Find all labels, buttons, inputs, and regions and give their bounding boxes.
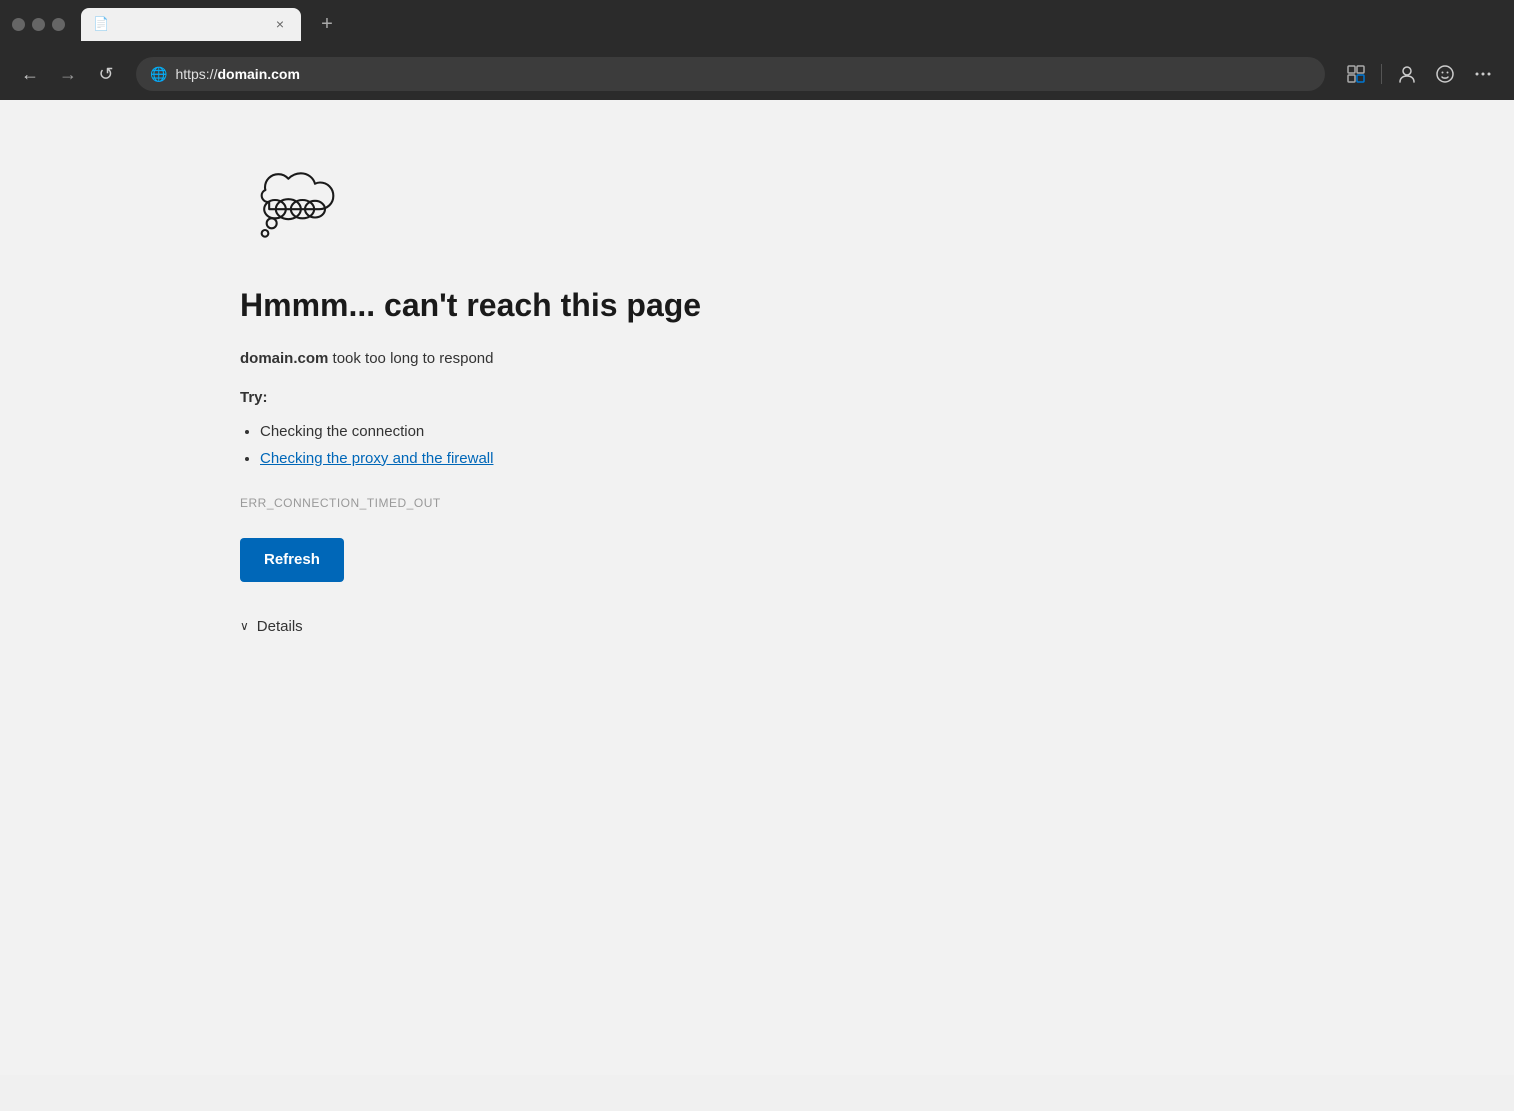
active-tab[interactable]: 📄 ×: [81, 8, 301, 41]
proxy-firewall-link[interactable]: Checking the proxy and the firewall: [260, 450, 493, 467]
menu-icon: [1473, 64, 1493, 84]
menu-button[interactable]: [1466, 57, 1500, 91]
emoji-button[interactable]: [1428, 57, 1462, 91]
minimize-traffic-light[interactable]: [32, 18, 45, 31]
profile-icon: [1397, 64, 1417, 84]
toolbar-divider: [1381, 64, 1382, 84]
profile-button[interactable]: [1390, 57, 1424, 91]
back-button[interactable]: ←: [14, 58, 46, 90]
error-description: domain.com took too long to respond: [240, 348, 960, 371]
forward-button[interactable]: →: [52, 58, 84, 90]
url-display: https://domain.com: [175, 66, 300, 82]
thought-bubble-illustration: [240, 160, 960, 255]
details-label: Details: [257, 618, 303, 635]
error-description-suffix: took too long to respond: [328, 350, 493, 367]
details-toggle[interactable]: ∨ Details: [240, 618, 960, 635]
close-traffic-light[interactable]: [12, 18, 25, 31]
error-code: ERR_CONNECTION_TIMED_OUT: [240, 496, 960, 510]
url-domain: domain.com: [217, 66, 299, 82]
try-label: Try:: [240, 389, 960, 406]
new-tab-button[interactable]: +: [313, 10, 341, 38]
title-bar: 📄 × +: [0, 0, 1514, 48]
suggestion-text-1: Checking the connection: [260, 423, 424, 440]
maximize-traffic-light[interactable]: [52, 18, 65, 31]
page-content: Hmmm... can't reach this page domain.com…: [0, 100, 1514, 1075]
suggestions-list: Checking the connection Checking the pro…: [240, 418, 960, 472]
tab-close-button[interactable]: ×: [271, 15, 289, 33]
suggestion-item-2[interactable]: Checking the proxy and the firewall: [260, 445, 960, 472]
address-bar[interactable]: 🌐 https://domain.com: [136, 57, 1325, 91]
shield-grid-icon: [1346, 64, 1366, 84]
emoji-icon: [1435, 64, 1455, 84]
error-container: Hmmm... can't reach this page domain.com…: [240, 160, 960, 635]
extensions-button[interactable]: [1339, 57, 1373, 91]
error-heading: Hmmm... can't reach this page: [240, 287, 960, 324]
toolbar-right: [1339, 57, 1500, 91]
refresh-button[interactable]: Refresh: [240, 538, 344, 582]
error-domain: domain.com: [240, 350, 328, 367]
browser-chrome: 📄 × + ← → ↺ 🌐 https://domain.com: [0, 0, 1514, 100]
url-prefix: https://: [175, 66, 217, 82]
suggestion-item-1: Checking the connection: [260, 418, 960, 445]
tab-page-icon: 📄: [93, 16, 109, 32]
reload-button[interactable]: ↺: [90, 58, 122, 90]
traffic-lights: [12, 18, 65, 31]
address-bar-row: ← → ↺ 🌐 https://domain.com: [0, 48, 1514, 100]
globe-icon: 🌐: [150, 66, 167, 83]
chevron-down-icon: ∨: [240, 619, 249, 633]
